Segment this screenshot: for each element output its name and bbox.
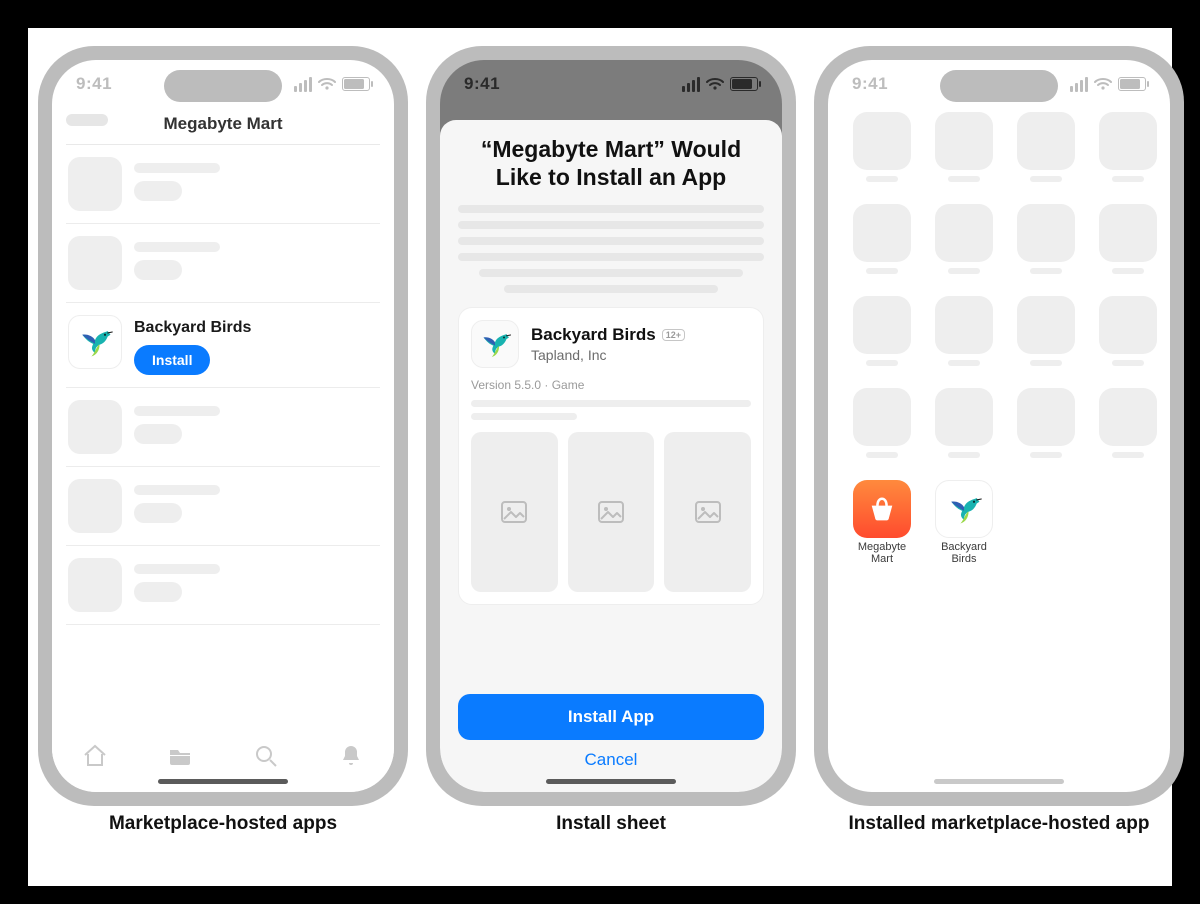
phone-column-2: 9:41 “Megabyte Mart” Would Like to Insta… [426, 46, 796, 886]
status-bar: 9:41 [52, 60, 394, 108]
device-frame: 9:41 Megabyte Mart [38, 46, 408, 806]
install-button[interactable]: Install [134, 345, 210, 375]
wifi-icon [1094, 77, 1112, 91]
phone-column-3: 9:41 [814, 46, 1184, 886]
app-placeholder[interactable] [1014, 112, 1078, 194]
cellular-icon [682, 77, 700, 92]
screenshot-placeholder[interactable] [568, 432, 655, 592]
caption: Install sheet [556, 812, 666, 836]
install-app-button[interactable]: Install App [458, 694, 764, 740]
list-item-featured[interactable]: Backyard Birds Install [66, 303, 380, 388]
app-placeholder[interactable] [1014, 296, 1078, 378]
device-frame: 9:41 [814, 46, 1184, 806]
app-desc-placeholder [471, 400, 751, 420]
app-placeholder[interactable] [932, 112, 996, 194]
sheet-title: “Megabyte Mart” Would Like to Install an… [458, 136, 764, 191]
cellular-icon [294, 77, 312, 92]
screen-install-sheet: 9:41 “Megabyte Mart” Would Like to Insta… [440, 60, 782, 792]
caption: Marketplace-hosted apps [109, 812, 337, 836]
bird-icon [935, 480, 993, 538]
home-screen-grid[interactable]: Megabyte Mart Backyard Birds [828, 108, 1170, 565]
screenshot-row[interactable] [471, 432, 751, 592]
battery-icon [730, 77, 758, 91]
list-item[interactable] [66, 224, 380, 303]
screen-home: 9:41 [828, 60, 1170, 792]
app-thumb-placeholder [68, 558, 122, 612]
battery-icon [342, 77, 370, 91]
app-placeholder[interactable] [1096, 296, 1160, 378]
app-backyard-birds[interactable]: Backyard Birds [932, 480, 996, 565]
tab-folder-icon[interactable] [167, 743, 193, 774]
app-placeholder[interactable] [1096, 388, 1160, 470]
app-placeholder[interactable] [1096, 204, 1160, 286]
app-thumb-placeholder [68, 479, 122, 533]
app-placeholder[interactable] [932, 204, 996, 286]
status-time: 9:41 [76, 74, 112, 94]
app-placeholder[interactable] [1014, 204, 1078, 286]
status-time: 9:41 [852, 74, 888, 94]
diagram-canvas: 9:41 Megabyte Mart [28, 28, 1172, 886]
cancel-button[interactable]: Cancel [458, 750, 764, 770]
home-indicator [158, 779, 288, 784]
app-card-name: Backyard Birds [531, 325, 656, 345]
mart-icon [853, 480, 911, 538]
status-bar: 9:41 [440, 60, 782, 108]
age-badge: 12+ [662, 329, 685, 341]
sheet-description-placeholder [458, 205, 764, 293]
app-name: Backyard Birds [134, 319, 251, 337]
tab-search-icon[interactable] [253, 743, 279, 774]
app-placeholder[interactable] [1096, 112, 1160, 194]
app-placeholder[interactable] [850, 112, 914, 194]
phone-column-1: 9:41 Megabyte Mart [38, 46, 408, 886]
list-item[interactable] [66, 388, 380, 467]
device-frame: 9:41 “Megabyte Mart” Would Like to Insta… [426, 46, 796, 806]
app-label: Megabyte Mart [850, 542, 914, 565]
list-item[interactable] [66, 546, 380, 625]
status-time: 9:41 [464, 74, 500, 94]
app-thumb-bird [471, 320, 519, 368]
screenshot-placeholder[interactable] [664, 432, 751, 592]
screen-marketplace: 9:41 Megabyte Mart [52, 60, 394, 792]
cellular-icon [1070, 77, 1088, 92]
screenshot-placeholder[interactable] [471, 432, 558, 592]
app-placeholder[interactable] [850, 388, 914, 470]
app-label: Backyard Birds [932, 542, 996, 565]
app-placeholder[interactable] [1014, 388, 1078, 470]
app-meta: Version 5.5.0 · Game [471, 378, 751, 392]
install-sheet: “Megabyte Mart” Would Like to Install an… [440, 120, 782, 792]
app-placeholder[interactable] [932, 388, 996, 470]
battery-icon [1118, 77, 1146, 91]
tab-home-icon[interactable] [82, 743, 108, 774]
app-placeholder[interactable] [850, 204, 914, 286]
list-item[interactable] [66, 467, 380, 546]
wifi-icon [706, 77, 724, 91]
app-list[interactable]: Backyard Birds Install [52, 145, 394, 625]
app-placeholder[interactable] [932, 296, 996, 378]
list-item[interactable] [66, 145, 380, 224]
status-bar: 9:41 [828, 60, 1170, 108]
home-indicator [934, 779, 1064, 784]
caption: Installed marketplace-hosted app [849, 812, 1150, 836]
home-indicator [546, 779, 676, 784]
wifi-icon [318, 77, 336, 91]
app-thumb-placeholder [68, 400, 122, 454]
nav-title: Megabyte Mart [52, 108, 394, 144]
app-thumb-placeholder [68, 157, 122, 211]
app-placeholder[interactable] [850, 296, 914, 378]
developer-name: Tapland, Inc [531, 347, 685, 363]
tab-bell-icon[interactable] [338, 743, 364, 774]
app-megabyte-mart[interactable]: Megabyte Mart [850, 480, 914, 565]
app-card: Backyard Birds 12+ Tapland, Inc Version … [458, 307, 764, 605]
app-thumb-placeholder [68, 236, 122, 290]
app-thumb-bird [68, 315, 122, 369]
